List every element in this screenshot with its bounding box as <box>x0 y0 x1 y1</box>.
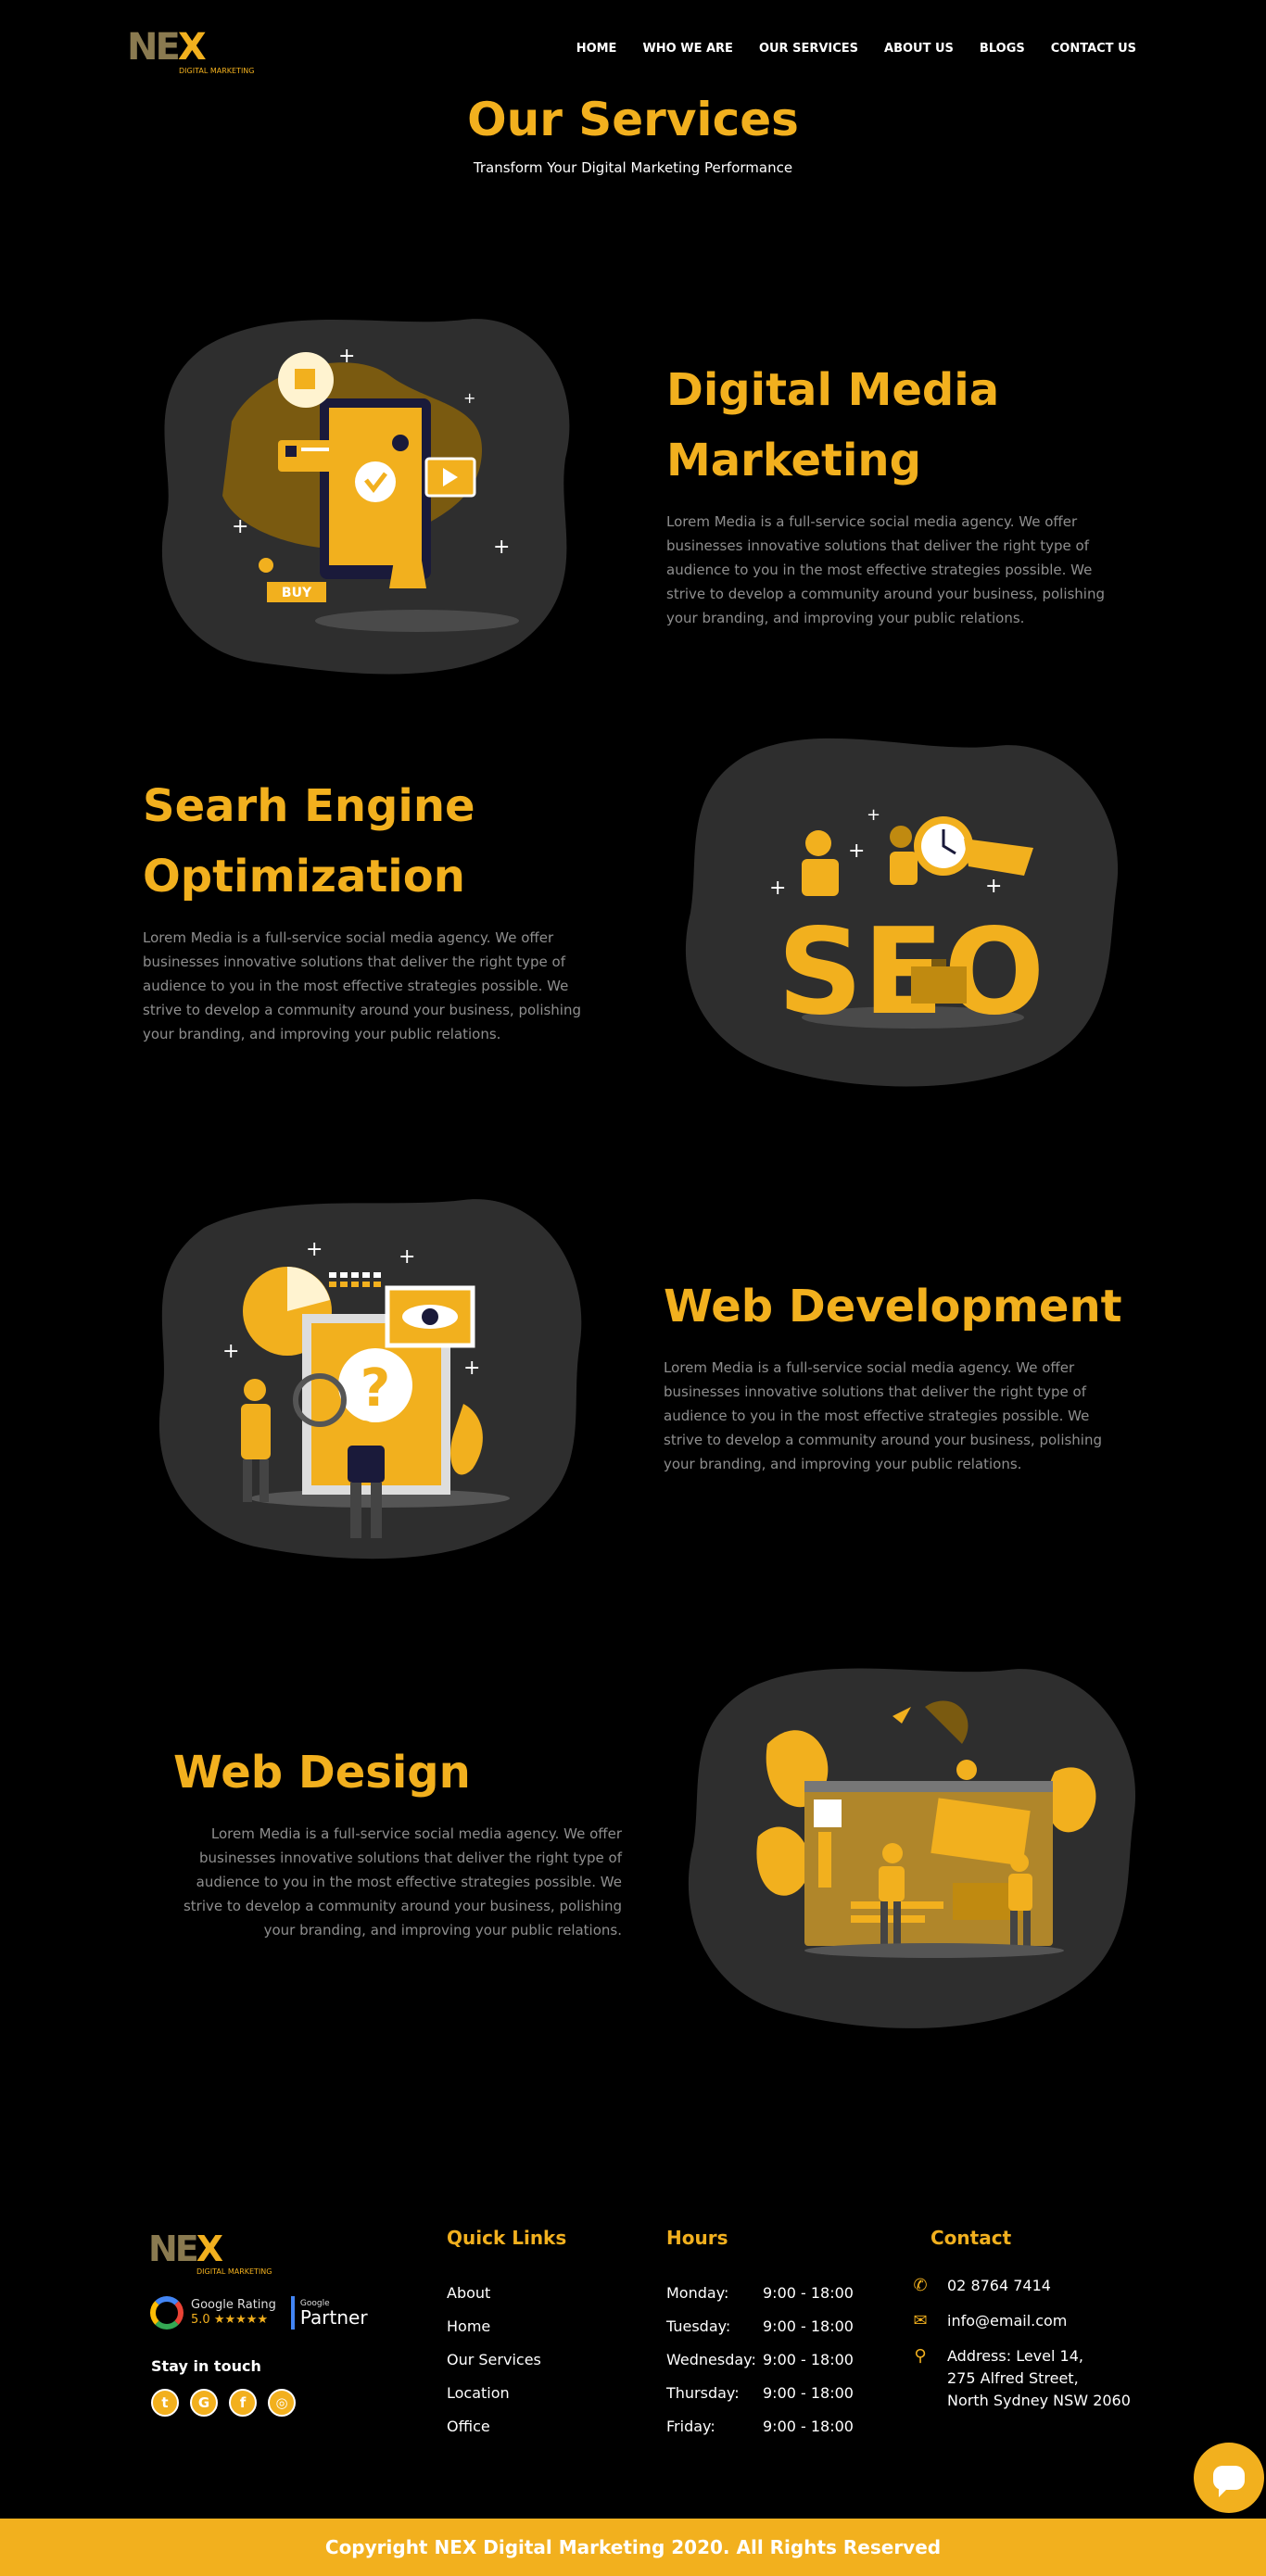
twitter-icon[interactable]: t <box>151 2389 179 2417</box>
mail-icon: ✉ <box>913 2311 928 2330</box>
svg-text:+: + <box>463 1357 480 1380</box>
nav-blogs[interactable]: BLOGS <box>980 42 1025 56</box>
quick-link-our-services[interactable]: Our Services <box>447 2343 541 2377</box>
svg-text:?: ? <box>361 1358 390 1419</box>
hours-row: Wednesday: 9:00 - 18:00 <box>666 2351 854 2368</box>
chat-bubble-icon <box>1213 2466 1245 2497</box>
hours-list: Monday: 9:00 - 18:00 Tuesday: 9:00 - 18:00… <box>666 2277 854 2443</box>
contact-list: ✆ 02 8764 7414 ✉ info@email.com ⚲ Addres… <box>910 2275 1131 2425</box>
nav-about-us[interactable]: ABOUT US <box>884 42 954 56</box>
contact-email[interactable]: ✉ info@email.com <box>910 2310 1131 2332</box>
service-desc-digital-media: Lorem Media is a full-service social med… <box>666 513 1106 626</box>
quick-links-list: About Home Our Services Location Office <box>447 2277 541 2443</box>
quick-link-home[interactable]: Home <box>447 2310 541 2343</box>
svg-text:+: + <box>848 840 865 863</box>
logo-subtitle: DIGITAL MARKETING <box>179 67 255 75</box>
service-title-digital-media: Digital Media Marketing <box>666 364 1000 486</box>
svg-text:+: + <box>769 877 786 900</box>
svg-text:+: + <box>399 1245 415 1269</box>
phone-icon: ✆ <box>913 2276 928 2295</box>
hours-title: Hours <box>666 2227 728 2249</box>
svg-text:+: + <box>867 805 880 825</box>
logo[interactable]: NEX DIGITAL MARKETING <box>127 26 266 80</box>
nav-contact-us[interactable]: CONTACT US <box>1051 42 1136 56</box>
quick-links-title: Quick Links <box>447 2227 567 2249</box>
svg-text:+: + <box>463 389 475 407</box>
google-g-icon <box>150 2296 184 2330</box>
hours-row: Tuesday: 9:00 - 18:00 <box>666 2317 854 2335</box>
partner-bar <box>290 2296 295 2330</box>
hours-row: Thursday: 9:00 - 18:00 <box>666 2384 854 2402</box>
logo-text: NEX <box>127 26 207 69</box>
contact-phone[interactable]: ✆ 02 8764 7414 <box>910 2275 1131 2297</box>
contact-title: Contact <box>931 2227 1012 2249</box>
svg-text:+: + <box>222 1340 239 1363</box>
person-icon: ⚲ <box>914 2346 927 2366</box>
nav-who-we-are[interactable]: WHO WE ARE <box>642 42 733 56</box>
quick-link-about[interactable]: About <box>447 2277 541 2310</box>
page: NEX DIGITAL MARKETING HOME WHO WE ARE OU… <box>0 0 1266 2576</box>
page-subtitle: Transform Your Digital Marketing Perform… <box>473 159 793 176</box>
service-desc-web-development: Lorem Media is a full-service social med… <box>664 1359 1103 1472</box>
page-title: Our Services <box>467 93 799 146</box>
google-rating-text: Google Rating 5.0 ★★★★★ <box>191 2298 276 2327</box>
svg-text:+: + <box>306 1238 323 1261</box>
svg-text:+: + <box>985 875 1002 898</box>
nav-home[interactable]: HOME <box>576 42 617 56</box>
web-design-illustration <box>684 1651 1147 2040</box>
copyright-bar: Copyright NEX Digital Marketing 2020. Al… <box>0 2519 1266 2576</box>
service-title-seo: Searh Engine Optimization <box>143 780 475 903</box>
svg-text:+: + <box>232 515 248 538</box>
svg-text:+: + <box>493 536 510 559</box>
main-nav: HOME WHO WE ARE OUR SERVICES ABOUT US BL… <box>576 42 1136 56</box>
svg-text:+: + <box>338 345 355 368</box>
chat-button[interactable] <box>1194 2443 1264 2513</box>
svg-text:BUY: BUY <box>282 586 312 600</box>
contact-address: ⚲ Address: Level 14, 275 Alfred Street, … <box>910 2345 1131 2412</box>
footer-logo-text: NEX <box>148 2229 223 2269</box>
footer-logo-subtitle: DIGITAL MARKETING <box>196 2267 272 2276</box>
service-desc-seo: Lorem Media is a full-service social med… <box>143 929 582 1042</box>
service-title-web-development: Web Development <box>664 1281 1122 1332</box>
google-icon[interactable]: G <box>190 2389 218 2417</box>
stay-in-touch-label: Stay in touch <box>151 2357 261 2375</box>
nav-our-services[interactable]: OUR SERVICES <box>759 42 858 56</box>
seo-illustration: SEO + + + + <box>681 727 1126 1098</box>
instagram-icon[interactable]: ◎ <box>268 2389 296 2417</box>
phone-marketing-illustration: BUY + + + + <box>148 310 593 681</box>
quick-link-office[interactable]: Office <box>447 2410 541 2443</box>
footer-logo[interactable]: NEX DIGITAL MARKETING <box>148 2229 287 2282</box>
hours-row: Monday: 9:00 - 18:00 <box>666 2284 854 2302</box>
social-links: t G f ◎ <box>151 2389 296 2417</box>
quick-link-location[interactable]: Location <box>447 2377 541 2410</box>
web-development-illustration: ? + + + + <box>148 1191 593 1571</box>
hours-row: Friday: 9:00 - 18:00 <box>666 2418 854 2435</box>
service-desc-web-design: Lorem Media is a full-service social med… <box>183 1825 622 1938</box>
facebook-icon[interactable]: f <box>229 2389 257 2417</box>
google-partner-badge: Google Partner <box>290 2296 368 2330</box>
google-rating-badge[interactable]: Google Rating 5.0 ★★★★★ Google Partner <box>150 2296 368 2330</box>
service-title-web-design: Web Design <box>173 1747 471 1799</box>
